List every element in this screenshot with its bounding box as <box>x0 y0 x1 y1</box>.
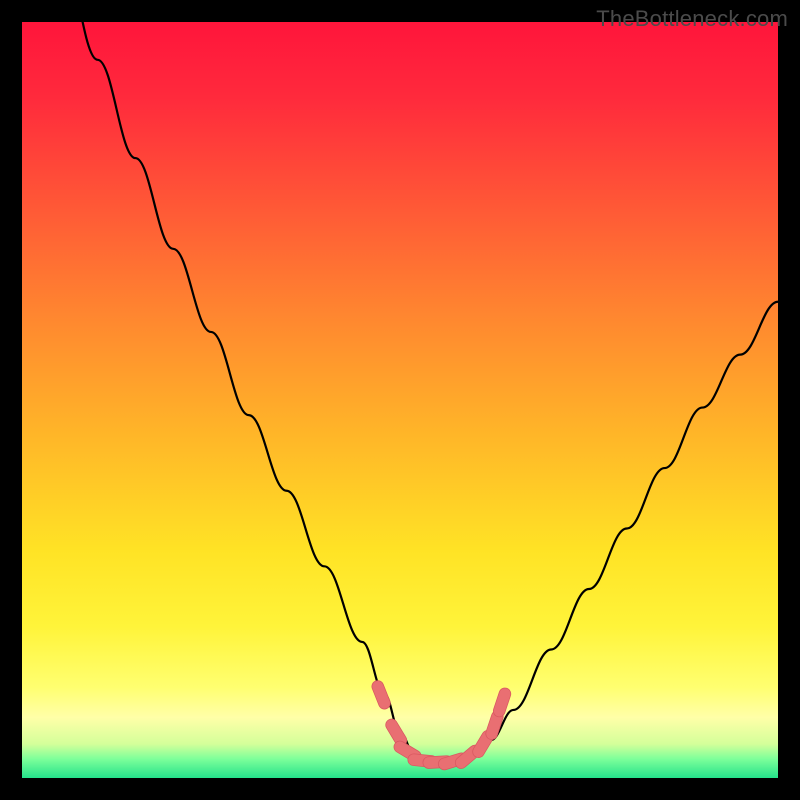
plot-area <box>22 22 778 778</box>
marker-point <box>499 694 505 711</box>
marker-point <box>492 717 498 734</box>
watermark-text: TheBottleneck.com <box>596 6 788 32</box>
marker-point <box>378 686 385 703</box>
bottleneck-chart <box>22 22 778 778</box>
chart-frame: TheBottleneck.com <box>0 0 800 800</box>
gradient-background <box>22 22 778 778</box>
